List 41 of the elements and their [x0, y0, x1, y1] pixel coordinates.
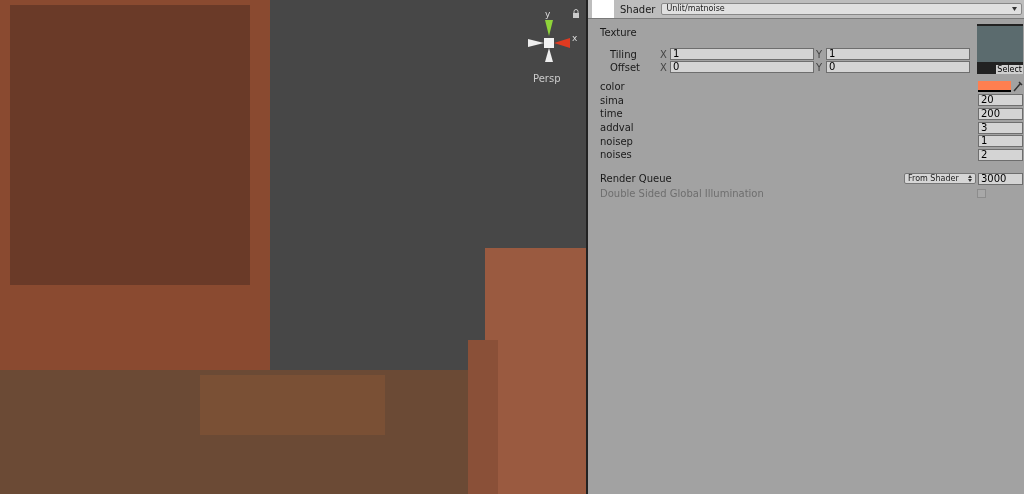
lock-icon[interactable] — [572, 9, 580, 18]
property-label: noisep — [600, 134, 634, 149]
number-field[interactable]: 20 — [978, 94, 1023, 107]
eyedropper-icon[interactable] — [1013, 81, 1023, 93]
y-axis-label: y — [545, 10, 551, 19]
material-thumbnail — [592, 0, 614, 18]
select-button[interactable]: Select — [996, 65, 1023, 74]
number-field[interactable]: 200 — [978, 108, 1023, 120]
axis-label: Y — [816, 60, 824, 75]
number-field[interactable]: 2 — [978, 148, 1023, 161]
color-swatch[interactable] — [978, 81, 1011, 93]
axis-label: Y — [816, 47, 824, 62]
property-label: noises — [600, 148, 633, 163]
render-queue-label: Render Queue — [600, 172, 673, 187]
vector-x-field[interactable]: 0 — [670, 61, 814, 73]
vector-label: Tiling — [609, 47, 638, 62]
scene-gizmo-icon[interactable] — [526, 18, 572, 64]
axis-label: X — [660, 47, 668, 62]
render-queue-dropdown[interactable]: From Shader — [904, 173, 976, 185]
shader-label: Shader — [620, 2, 656, 17]
vector-y-field[interactable]: 0 — [826, 61, 970, 73]
shader-dropdown[interactable]: Unlit/matnoise — [661, 3, 1022, 15]
axis-label: X — [660, 60, 668, 75]
updown-caret-icon — [968, 175, 972, 183]
texture-image-placeholder — [977, 26, 1023, 62]
property-label: color — [600, 80, 626, 95]
texture-thumbnail[interactable]: Select — [977, 24, 1023, 74]
projection-label[interactable]: Persp — [533, 71, 561, 86]
property-label: sima — [600, 93, 625, 108]
property-label: addval — [600, 121, 635, 136]
x-axis-label: x — [572, 34, 578, 43]
vector-x-field[interactable]: 1 — [670, 48, 814, 60]
caret-icon — [1012, 7, 1017, 11]
vector-y-field[interactable]: 1 — [826, 48, 970, 60]
scene-view[interactable]: y x Persp — [0, 0, 588, 494]
texture-label: Texture — [600, 26, 638, 39]
property-label: time — [600, 107, 624, 122]
number-field[interactable]: 1 — [978, 135, 1023, 148]
vector-label: Offset — [609, 60, 642, 75]
number-field[interactable]: 3 — [978, 121, 1023, 134]
render-queue-field[interactable]: 3000 — [978, 172, 1023, 185]
